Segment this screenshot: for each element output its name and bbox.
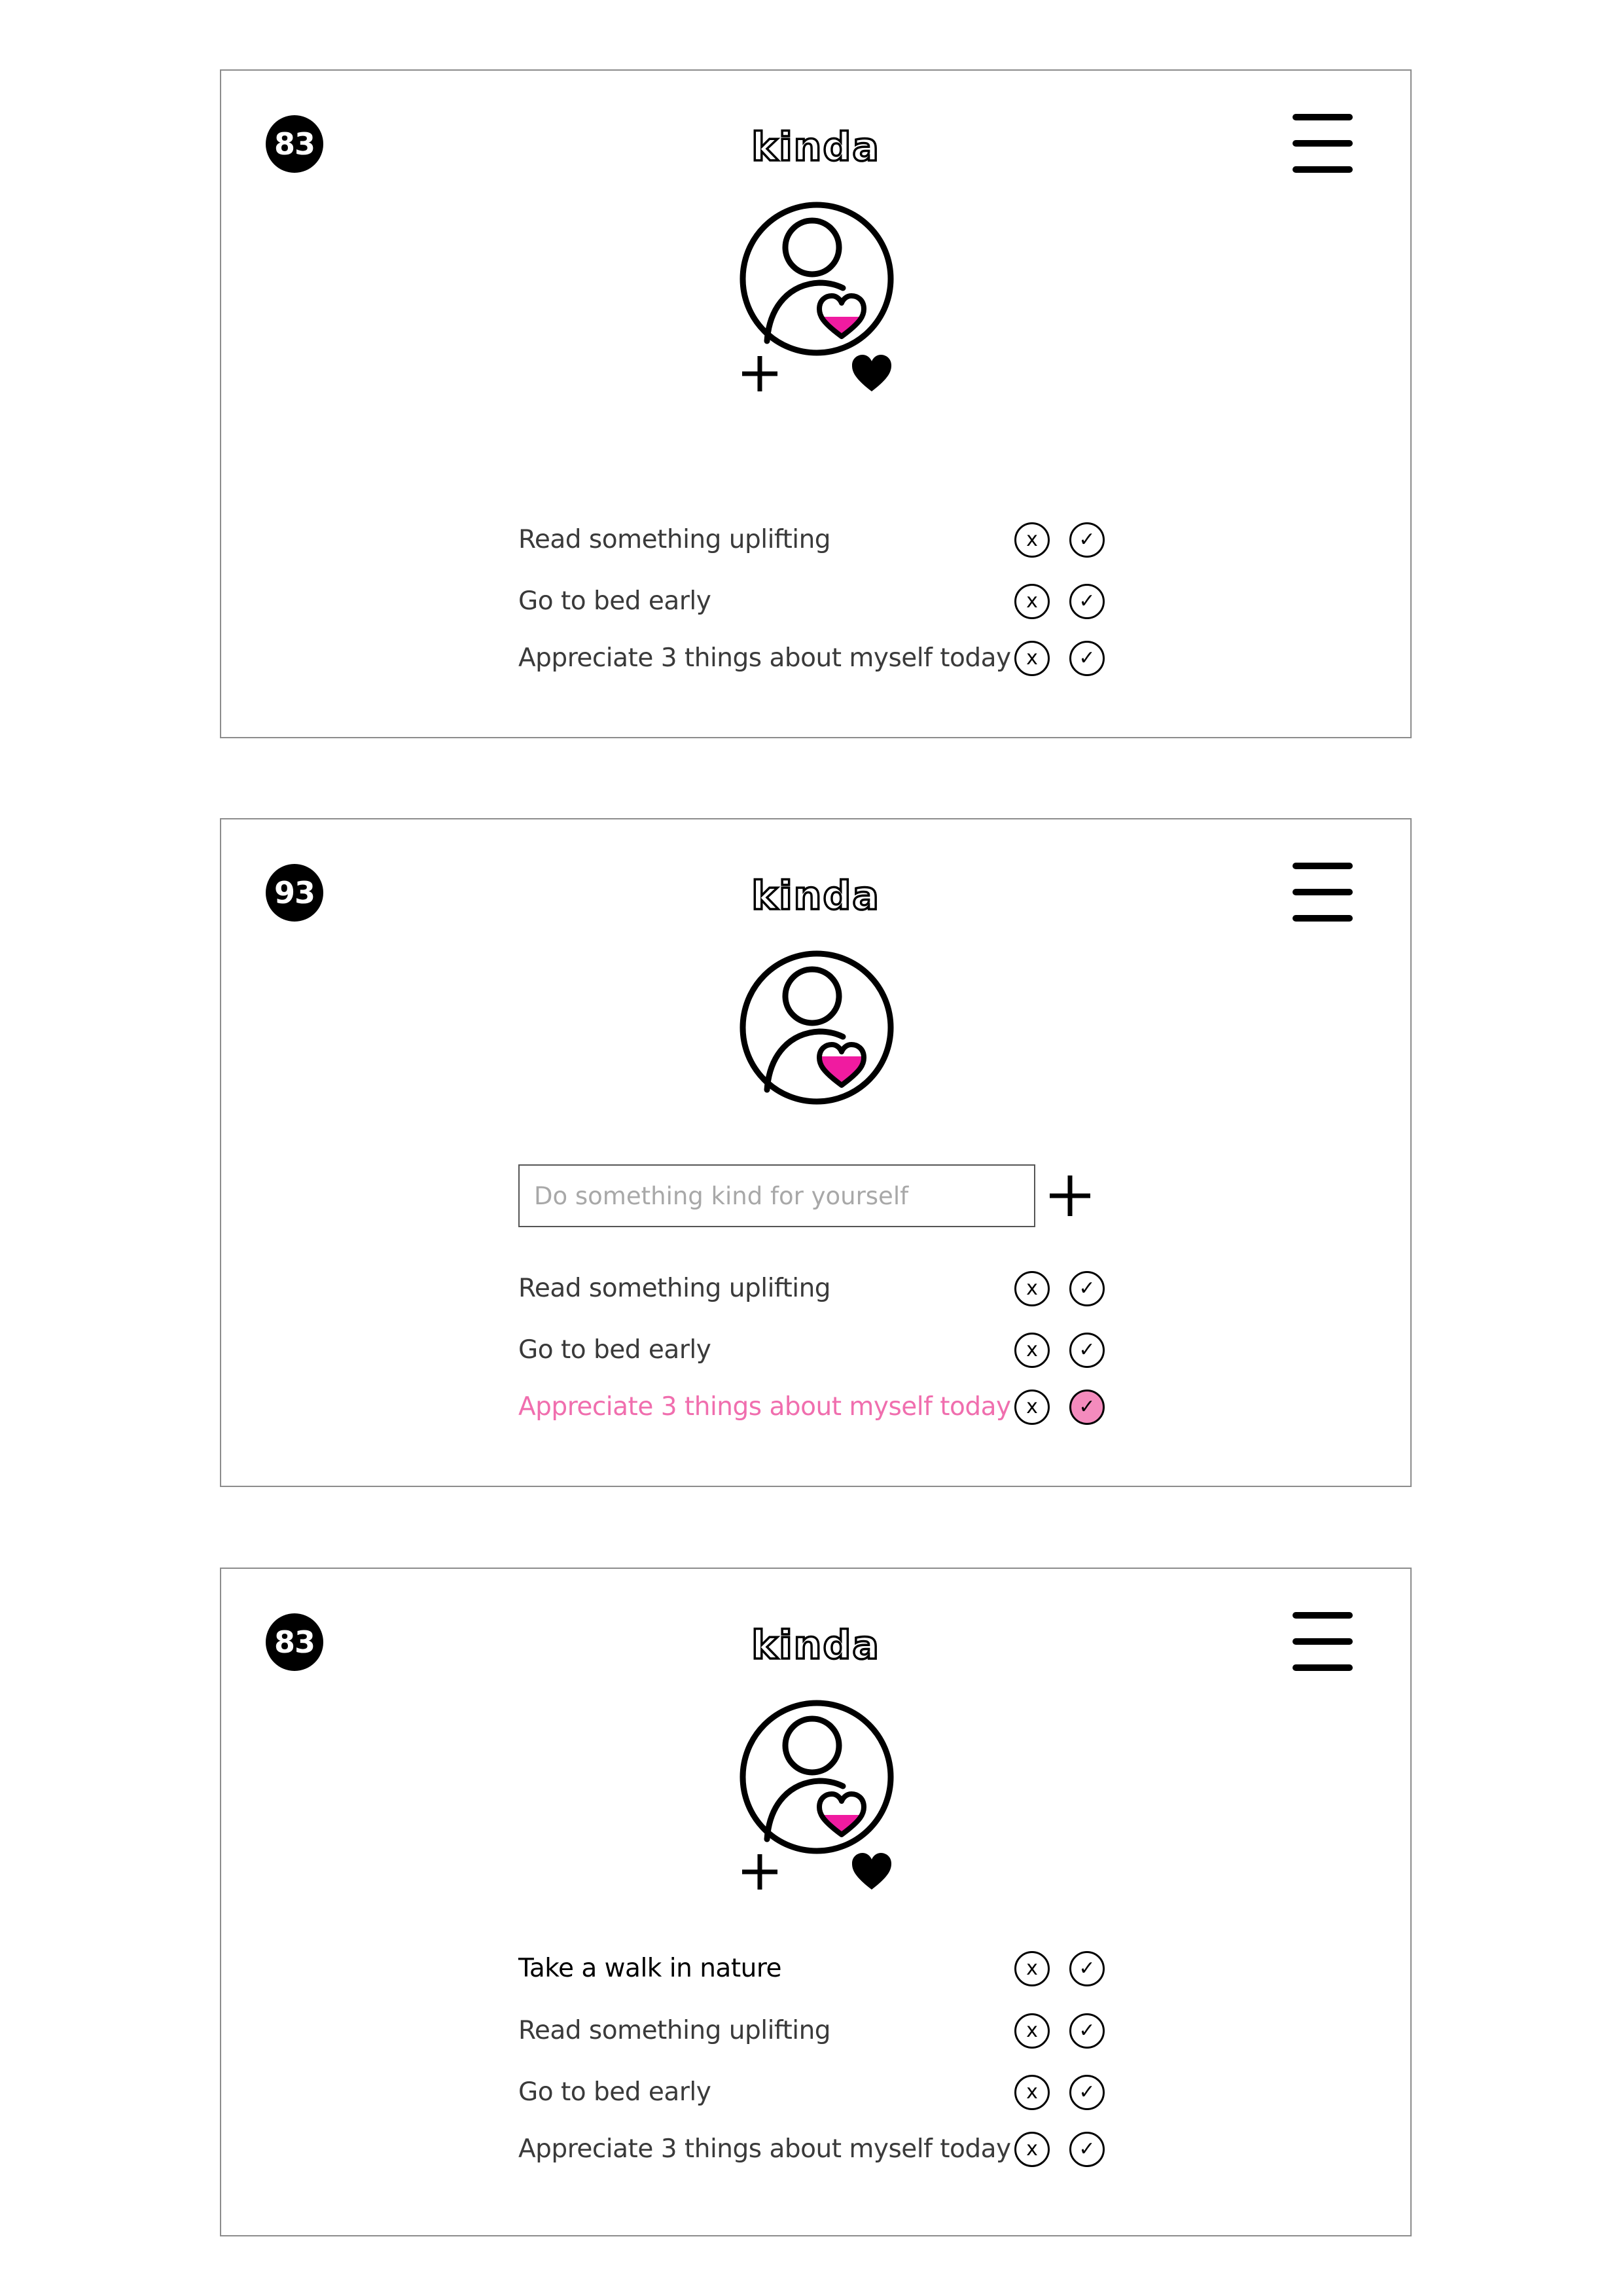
check-circle-icon[interactable]: ✓ xyxy=(1069,641,1105,676)
task-label: Appreciate 3 things about myself today xyxy=(518,2134,1011,2164)
list-item-completed: Appreciate 3 things about myself today x… xyxy=(221,1386,1410,1431)
check-circle-icon[interactable]: ✓ xyxy=(1069,1390,1105,1425)
hamburger-menu-icon[interactable] xyxy=(1293,114,1353,173)
user-heart-icon xyxy=(740,202,894,356)
check-circle-icon[interactable]: ✓ xyxy=(1069,1951,1105,1986)
app-logo: kinda xyxy=(750,872,880,920)
task-label: Appreciate 3 things about myself today xyxy=(518,643,1011,673)
check-circle-icon[interactable]: ✓ xyxy=(1069,1333,1105,1368)
check-circle-icon[interactable]: ✓ xyxy=(1069,522,1105,558)
check-circle-icon[interactable]: ✓ xyxy=(1069,2013,1105,2049)
screen-task-added: 83 kinda Take a walk in nature x ✓ Read … xyxy=(220,1568,1412,2236)
list-item: Appreciate 3 things about myself today x… xyxy=(221,637,1410,683)
x-circle-icon[interactable]: x xyxy=(1014,2013,1050,2049)
screen-home-collapsed: 83 kinda Read something uplifting x ✓ Go… xyxy=(220,69,1412,738)
new-task-input[interactable] xyxy=(518,1164,1035,1227)
list-item: Go to bed early x ✓ xyxy=(221,1329,1410,1374)
list-item: Read something uplifting x ✓ xyxy=(221,518,1410,564)
plus-icon[interactable] xyxy=(738,352,781,395)
list-item: Read something uplifting x ✓ xyxy=(221,2009,1410,2055)
task-label: Appreciate 3 things about myself today xyxy=(518,1392,1011,1422)
list-item: Go to bed early x ✓ xyxy=(221,2071,1410,2117)
heart-icon[interactable] xyxy=(851,1852,893,1891)
list-item-new: Take a walk in nature x ✓ xyxy=(221,1947,1410,1993)
user-heart-icon xyxy=(740,950,894,1105)
check-circle-icon[interactable]: ✓ xyxy=(1069,2132,1105,2167)
x-circle-icon[interactable]: x xyxy=(1014,641,1050,676)
list-item: Appreciate 3 things about myself today x… xyxy=(221,2128,1410,2174)
x-circle-icon[interactable]: x xyxy=(1014,522,1050,558)
x-circle-icon[interactable]: x xyxy=(1014,1390,1050,1425)
task-label: Read something uplifting xyxy=(518,525,831,554)
user-heart-icon xyxy=(740,1700,894,1854)
app-logo: kinda xyxy=(750,123,880,171)
hamburger-menu-icon[interactable] xyxy=(1293,863,1353,922)
x-circle-icon[interactable]: x xyxy=(1014,2132,1050,2167)
task-label: Read something uplifting xyxy=(518,1274,831,1303)
x-circle-icon[interactable]: x xyxy=(1014,1271,1050,1306)
hamburger-menu-icon[interactable] xyxy=(1293,1612,1353,1671)
app-logo: kinda xyxy=(750,1621,880,1670)
task-label: Go to bed early xyxy=(518,586,711,616)
task-label: Go to bed early xyxy=(518,1335,711,1365)
heart-icon[interactable] xyxy=(851,353,893,393)
list-item: Go to bed early x ✓ xyxy=(221,580,1410,626)
task-label: Go to bed early xyxy=(518,2077,711,2107)
check-circle-icon[interactable]: ✓ xyxy=(1069,1271,1105,1306)
check-circle-icon[interactable]: ✓ xyxy=(1069,584,1105,619)
add-task-plus-icon[interactable] xyxy=(1047,1173,1093,1219)
task-label: Take a walk in nature xyxy=(518,1954,782,1983)
list-item: Read something uplifting x ✓ xyxy=(221,1267,1410,1313)
screen-add-task: 93 kinda Read something uplifting x ✓ Go… xyxy=(220,818,1412,1487)
x-circle-icon[interactable]: x xyxy=(1014,1951,1050,1986)
x-circle-icon[interactable]: x xyxy=(1014,2075,1050,2110)
task-label: Read something uplifting xyxy=(518,2016,831,2045)
plus-icon[interactable] xyxy=(738,1850,781,1893)
x-circle-icon[interactable]: x xyxy=(1014,1333,1050,1368)
check-circle-icon[interactable]: ✓ xyxy=(1069,2075,1105,2110)
x-circle-icon[interactable]: x xyxy=(1014,584,1050,619)
